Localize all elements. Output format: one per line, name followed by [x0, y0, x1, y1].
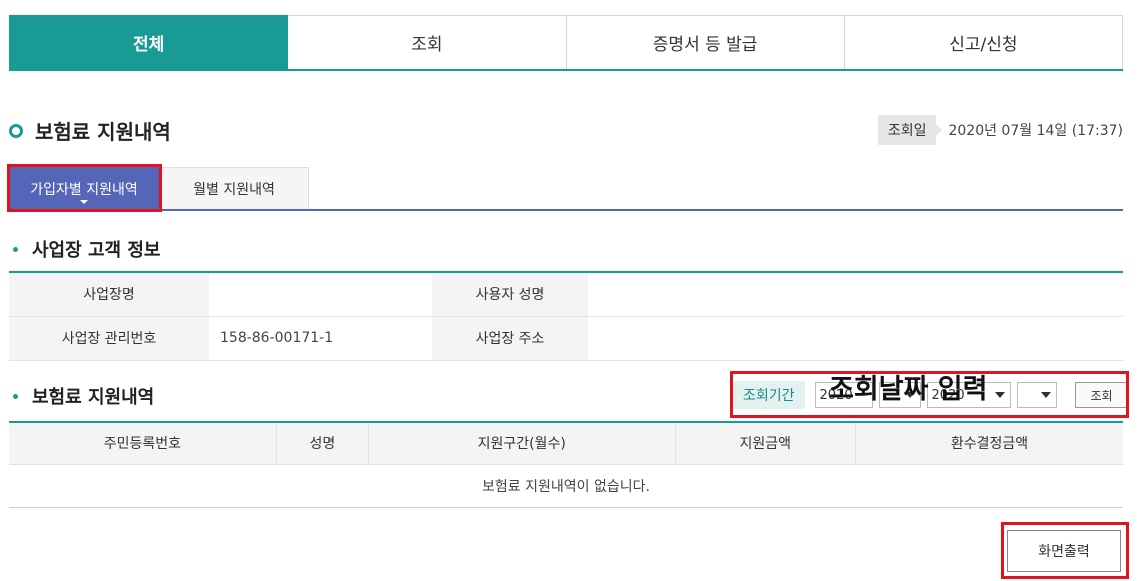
- chevron-down-icon: [1040, 392, 1051, 398]
- table-row: 사업장명 사용자 성명: [9, 272, 1123, 317]
- section-heading-support: 보험료 지원내역: [13, 383, 154, 409]
- business-address-label: 사업장 주소: [432, 316, 588, 361]
- top-tab-bar: 전체 조회 증명서 등 발급 신고/신청: [9, 15, 1123, 71]
- user-name-value: [588, 272, 1123, 317]
- print-screen-button[interactable]: 화면출력: [1007, 530, 1121, 572]
- to-month-select[interactable]: [1016, 382, 1057, 408]
- table-row: 사업장 관리번호 158-86-00171-1 사업장 주소: [9, 316, 1123, 361]
- table-row: 보험료 지원내역이 없습니다.: [9, 463, 1123, 507]
- sub-tab-bar: 가입자별 지원내역 월별 지원내역: [9, 167, 1123, 211]
- section-heading-business-text: 사업장 고객 정보: [32, 240, 161, 261]
- query-period-controls: 조회기간 2020 2020 조회: [733, 380, 1129, 410]
- empty-message: 보험료 지원내역이 없습니다.: [9, 463, 1123, 507]
- dot-bullet-icon: [13, 393, 18, 399]
- business-name-value: [209, 272, 432, 317]
- business-address-value: [588, 316, 1123, 361]
- subtab-by-member[interactable]: 가입자별 지원내역: [9, 167, 159, 209]
- tab-certificate[interactable]: 증명서 등 발급: [566, 15, 845, 69]
- business-number-value: 158-86-00171-1: [209, 316, 432, 361]
- chevron-down-icon: [994, 392, 1005, 398]
- subtab-monthly[interactable]: 월별 지원내역: [159, 167, 309, 209]
- section-heading-business: 사업장 고객 정보: [13, 236, 160, 262]
- page-heading: 보험료 지원내역: [9, 116, 171, 145]
- support-history-table: 주민등록번호 성명 지원구간(월수) 지원금액 환수결정금액 보험료 지원내역이…: [9, 421, 1123, 508]
- to-year-value: 2020: [931, 387, 965, 403]
- from-month-select[interactable]: [878, 382, 921, 408]
- period-label: 조회기간: [733, 381, 805, 409]
- table-header-row: 주민등록번호 성명 지원구간(월수) 지원금액 환수결정금액: [9, 422, 1123, 464]
- caret-down-icon: [80, 200, 88, 204]
- dot-bullet-icon: [13, 246, 18, 252]
- business-info-table: 사업장명 사용자 성명 사업장 관리번호 158-86-00171-1 사업장 …: [9, 271, 1123, 361]
- tab-all[interactable]: 전체: [9, 15, 289, 69]
- col-name: 성명: [276, 422, 369, 464]
- subtab-by-member-label: 가입자별 지원내역: [30, 181, 138, 198]
- col-support-amount: 지원금액: [675, 422, 857, 464]
- to-year-select[interactable]: 2020: [926, 382, 1011, 408]
- query-button[interactable]: 조회: [1074, 382, 1129, 408]
- page-title: 보험료 지원내역: [35, 120, 171, 144]
- ring-bullet-icon: [9, 123, 23, 138]
- query-date-value: 2020년 07월 14일 (17:37): [948, 123, 1123, 139]
- business-number-label: 사업장 관리번호: [9, 316, 209, 361]
- from-year-value: 2020: [819, 387, 853, 403]
- col-support-period: 지원구간(월수): [368, 422, 676, 464]
- business-name-label: 사업장명: [9, 272, 209, 317]
- query-date-label: 조회일: [877, 115, 943, 145]
- from-year-select[interactable]: 2020: [814, 382, 873, 408]
- tab-report-apply[interactable]: 신고/신청: [844, 15, 1123, 69]
- chevron-down-icon: [904, 392, 915, 398]
- tab-inquiry[interactable]: 조회: [288, 15, 567, 69]
- user-name-label: 사용자 성명: [432, 272, 588, 317]
- col-resident-number: 주민등록번호: [9, 422, 277, 464]
- query-date: 조회일 2020년 07월 14일 (17:37): [877, 115, 1123, 145]
- section-heading-support-text: 보험료 지원내역: [32, 387, 155, 408]
- col-refund-amount: 환수결정금액: [855, 422, 1123, 464]
